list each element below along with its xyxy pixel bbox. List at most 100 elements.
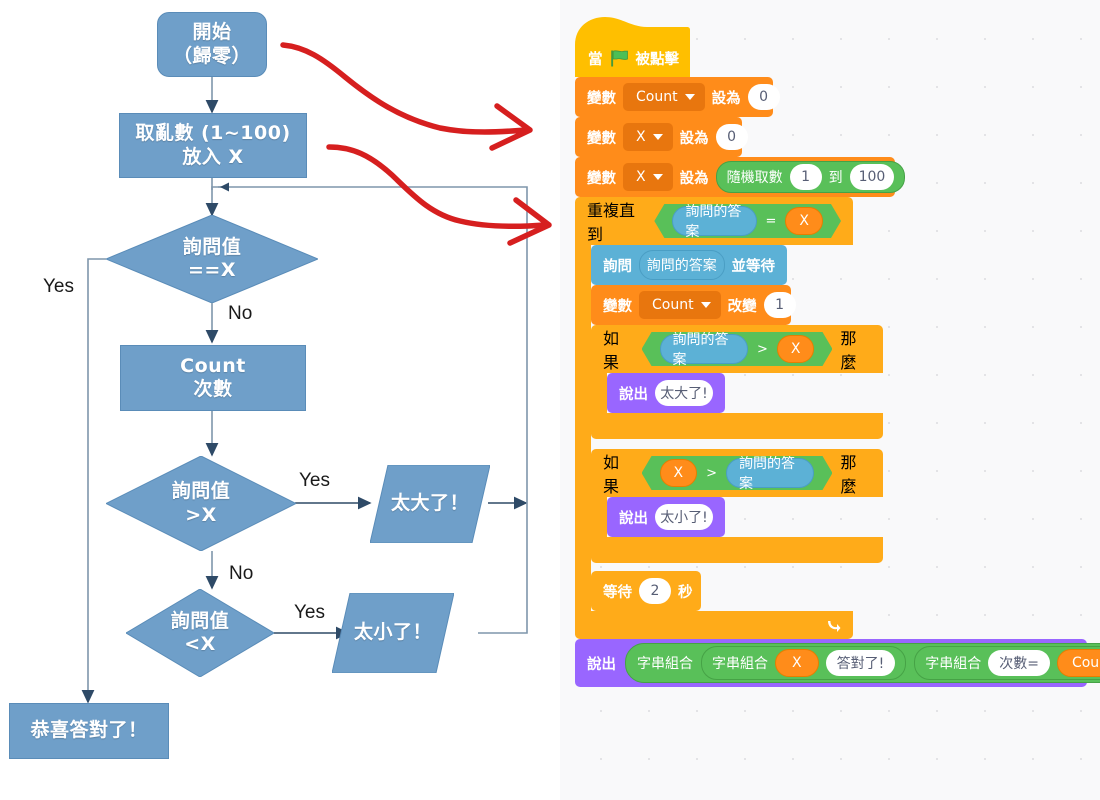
block-change-variable-count[interactable]: 變數 Count 改變 1 [591, 285, 796, 325]
boolean-greater-x-answer[interactable]: X > 詢問的答案 [642, 456, 833, 490]
repeat-until-left-rail [575, 245, 591, 611]
flow-node-check-equal: 詢問值 ==X [106, 215, 318, 303]
set-x-value-input[interactable]: 0 [715, 124, 748, 150]
say-too-small-input[interactable]: 太小了! [655, 504, 713, 530]
variable-dropdown-count[interactable]: Count [623, 83, 705, 111]
variable-dropdown-x[interactable]: X [623, 163, 673, 191]
block-set-variable-count[interactable]: 變數 Count 設為 0 [575, 77, 780, 117]
block-set-variable-x-zero[interactable]: 變數 X 設為 0 [575, 117, 748, 157]
sensing-answer-reporter[interactable]: 詢問的答案 [726, 458, 814, 488]
flow-node-random: 取亂數 (1~100) 放入 X [119, 113, 307, 178]
repeat-until-header[interactable]: 重複直到 詢問的答案 = X [575, 197, 853, 245]
chevron-down-icon [684, 94, 695, 100]
variable-dropdown-x-value: X [636, 129, 646, 145]
flow-node-start: 開始 （歸零） [157, 12, 267, 77]
reporter-join-inner[interactable]: 字串組合 X 答對了! [701, 646, 907, 680]
block-ask-and-wait[interactable]: 詢問 詢問的答案 並等待 [591, 245, 787, 285]
sensing-answer-reporter[interactable]: 詢問的答案 [672, 206, 756, 236]
repeat-until-footer [575, 611, 853, 639]
join-inner-label: 字串組合 [712, 656, 768, 672]
if-less-left-rail [591, 497, 607, 537]
flow-node-too-small: 太小了！ [332, 593, 454, 673]
if-greater-header[interactable]: 如果 詢問的答案 > X 那麼 [591, 325, 883, 373]
edge-label-yes-equal: Yes [43, 276, 74, 297]
ask-label: 詢問 [603, 258, 632, 275]
flow-node-check-greater-label: 詢問值 >X [171, 480, 231, 526]
edge-label-yes-less: Yes [294, 602, 325, 623]
ask-prompt-text: 詢問的答案 [646, 258, 717, 274]
block-say-too-big[interactable]: 說出 太大了! [607, 373, 725, 413]
repeat-until-label: 重複直到 [587, 201, 636, 244]
join-count-text-input[interactable]: 次數= [988, 650, 1050, 676]
variable-reporter-x[interactable]: X [775, 649, 819, 677]
block-set-variable-x-random[interactable]: 變數 X 設為 隨機取數 1 到 100 [575, 157, 906, 197]
join-count-label: 字串組合 [925, 656, 982, 672]
flow-node-count-label: Count 次數 [180, 354, 246, 400]
say-label: 說出 [619, 510, 648, 527]
block-say-final[interactable]: 說出 字串組合 字串組合 X 答對了! 字串組合 次數= Count [575, 639, 1100, 687]
pick-random-from-input[interactable]: 1 [789, 164, 822, 190]
ask-prompt-input[interactable]: 詢問的答案 [639, 250, 725, 280]
pick-random-to-label: 到 [828, 170, 843, 186]
seconds-label: 秒 [678, 584, 693, 601]
flow-node-start-label: 開始 （歸零） [172, 21, 251, 67]
set-to-label: 設為 [711, 90, 741, 107]
boolean-greater-answer-x[interactable]: 詢問的答案 > X [642, 332, 833, 366]
set-to-label: 設為 [679, 130, 709, 147]
block-repeat-until[interactable]: 重複直到 詢問的答案 = X 詢問 詢問的答案 並等待 變數 Count 改變 … [575, 197, 1075, 639]
join-inner-text-input[interactable]: 答對了! [825, 650, 896, 676]
variable-reporter-x[interactable]: X [660, 459, 698, 487]
flow-node-too-big: 太大了！ [370, 465, 490, 543]
hat-clicked-label: 被點擊 [635, 52, 680, 68]
reporter-join-outer[interactable]: 字串組合 字串組合 X 答對了! 字串組合 次數= Count [625, 643, 1100, 683]
edge-label-no-equal: No [228, 303, 253, 324]
set-count-value-input[interactable]: 0 [747, 84, 780, 110]
block-when-flag-clicked[interactable]: 當 被點擊 [575, 15, 690, 77]
flow-node-too-big-label: 太大了！ [390, 492, 469, 515]
reporter-join-count[interactable]: 字串組合 次數= Count [914, 646, 1100, 680]
variable-reporter-count[interactable]: Count [1056, 649, 1100, 677]
scratch-canvas[interactable]: 當 被點擊 變數 Count 設為 0 變數 X 設為 0 變數 X 設為 隨機… [560, 0, 1100, 800]
green-flag-icon [610, 50, 628, 67]
pick-random-to-input[interactable]: 100 [849, 164, 895, 190]
if-label: 如果 [603, 329, 620, 372]
set-var-label: 變數 [587, 170, 616, 187]
hat-when-label: 當 [588, 52, 603, 68]
operator-symbol: > [756, 341, 768, 357]
flow-node-check-equal-label: 詢問值 ==X [182, 235, 242, 281]
variable-reporter-x[interactable]: X [777, 335, 815, 363]
operator-symbol: = [765, 213, 777, 229]
variable-dropdown-x-value: X [636, 169, 646, 185]
if-greater-left-rail [591, 373, 607, 413]
wait-label: 等待 [603, 584, 632, 601]
sensing-answer-reporter[interactable]: 詢問的答案 [660, 334, 748, 364]
say-label: 說出 [619, 386, 648, 403]
variable-dropdown-x[interactable]: X [623, 123, 673, 151]
boolean-equals[interactable]: 詢問的答案 = X [654, 204, 841, 238]
say-too-big-input[interactable]: 太大了! [655, 380, 713, 406]
reporter-pick-random[interactable]: 隨機取數 1 到 100 [715, 161, 906, 193]
flowchart-panel: 開始 （歸零） 取亂數 (1~100) 放入 X 詢問值 ==X Count 次… [0, 0, 560, 800]
variable-dropdown-count[interactable]: Count [639, 291, 721, 319]
wait-seconds-input[interactable]: 2 [639, 578, 671, 604]
block-wait-seconds[interactable]: 等待 2 秒 [591, 571, 701, 611]
edge-label-no-greater: No [229, 563, 254, 584]
flow-node-check-less: 詢問值 <X [126, 589, 274, 677]
flow-node-random-label: 取亂數 (1~100) 放入 X [135, 122, 291, 168]
if-greater-footer [591, 413, 883, 439]
if-label: 如果 [603, 453, 620, 496]
variable-reporter-x[interactable]: X [785, 207, 823, 235]
block-if-x-greater[interactable]: 如果 X > 詢問的答案 那麼 說出 太小了! [591, 449, 1071, 563]
if-less-header[interactable]: 如果 X > 詢問的答案 那麼 [591, 449, 883, 497]
edge-label-yes-greater: Yes [299, 470, 330, 491]
pick-random-label: 隨機取數 [726, 170, 783, 186]
flow-node-count: Count 次數 [120, 345, 306, 411]
set-to-label: 設為 [679, 170, 709, 187]
variable-dropdown-count-value: Count [636, 89, 678, 105]
change-count-value-input[interactable]: 1 [763, 292, 796, 318]
loop-arrow-icon [828, 621, 841, 632]
flow-node-too-small-label: 太小了！ [353, 621, 432, 644]
block-if-answer-greater[interactable]: 如果 詢問的答案 > X 那麼 說出 太大了! [591, 325, 1071, 439]
block-say-too-small[interactable]: 說出 太小了! [607, 497, 725, 537]
chevron-down-icon [652, 134, 663, 140]
